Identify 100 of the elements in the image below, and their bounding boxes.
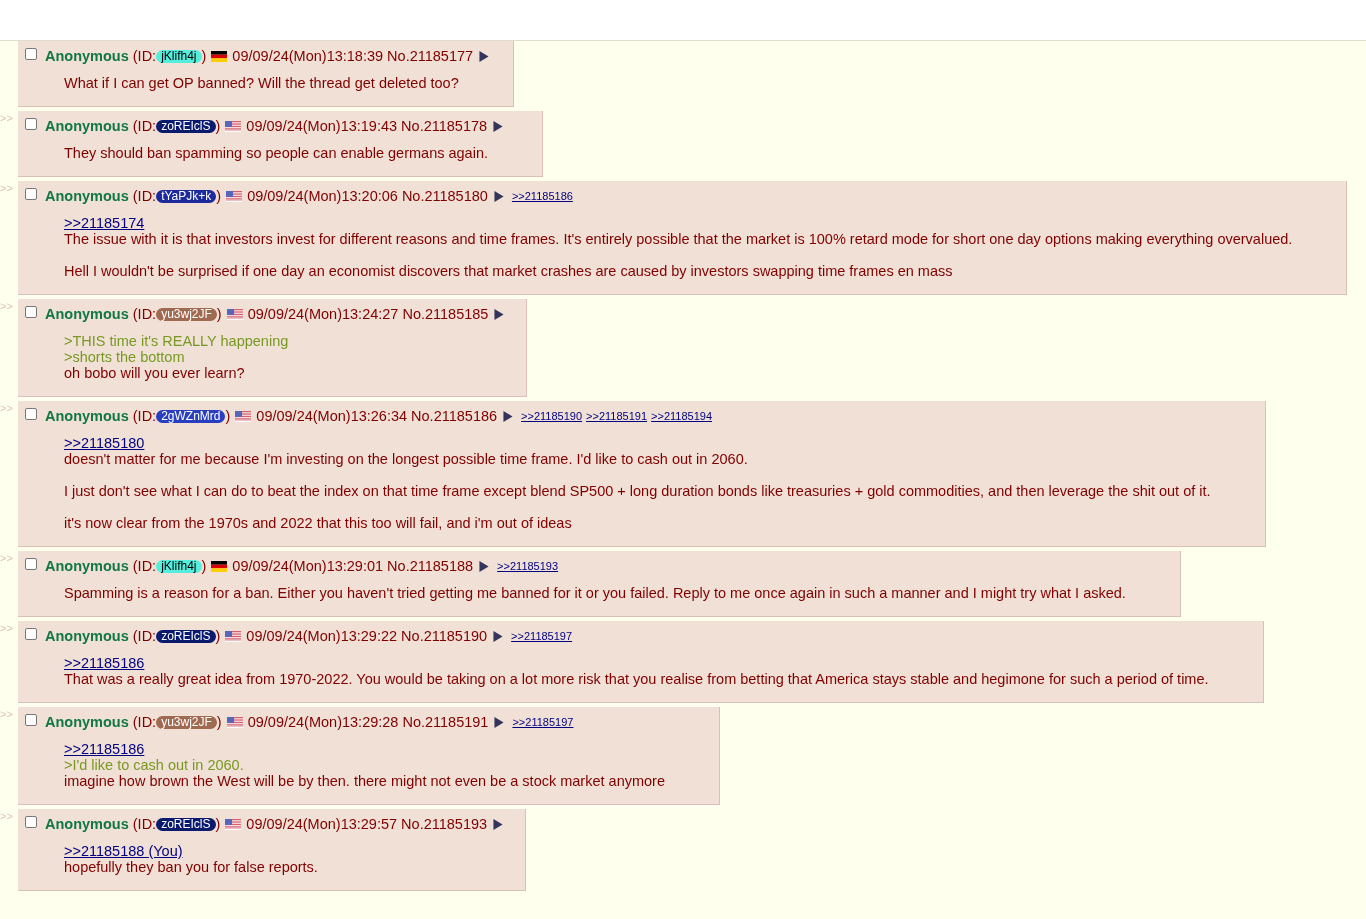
id-label-close: ) — [201, 558, 207, 574]
id-label: (ID: — [132, 48, 157, 64]
poster-id-badge[interactable]: yu3wj2JF — [156, 307, 217, 321]
quote-link[interactable]: >>21185188 (You) — [64, 843, 183, 859]
poster-name: Anonymous — [45, 816, 129, 832]
side-arrows: >> — [0, 707, 14, 721]
side-arrows: >> — [0, 401, 14, 415]
greentext: >THIS time it's REALLY happening — [64, 333, 289, 349]
post-text: Hell I wouldn't be surprised if one day an economist discovers that market crashes are caused by investors swapping time frames en mass — [64, 263, 953, 279]
checkbox[interactable] — [25, 48, 37, 60]
post-number[interactable]: No.21185188 — [387, 558, 474, 574]
post-text: That was a really great idea from 1970-2022. You would be taking on a lot more risk that you realise from betting that America stays stable and hegimone for such a period of time. — [64, 671, 1209, 687]
menu-arrow-icon[interactable] — [493, 818, 504, 830]
post-date: 09/09/24(Mon)13:18:39 — [232, 48, 384, 64]
checkbox[interactable] — [25, 558, 37, 570]
poster-name: Anonymous — [45, 408, 129, 424]
poster-id-badge[interactable]: zoREIclS — [156, 119, 216, 133]
post-date: 09/09/24(Mon)13:26:34 — [256, 408, 408, 424]
checkbox[interactable] — [25, 628, 37, 640]
menu-arrow-icon[interactable] — [479, 50, 490, 62]
poster-id-badge[interactable]: 2gWZnMrd — [156, 409, 226, 423]
quote-link[interactable]: >>21185186 — [64, 741, 145, 757]
poster-name: Anonymous — [45, 628, 129, 644]
post-text: What if I can get OP banned? Will the thread get deleted too? — [64, 75, 459, 91]
reply-link[interactable]: >>21185197 — [512, 716, 574, 728]
post-number[interactable]: No.21185191 — [402, 714, 489, 730]
post-date: 09/09/24(Mon)13:29:57 — [246, 816, 398, 832]
quote-link[interactable]: >>21185174 — [64, 215, 145, 231]
menu-arrow-icon[interactable] — [494, 308, 505, 320]
post-number[interactable]: No.21185177 — [387, 48, 474, 64]
post-date: 09/09/24(Mon)13:29:22 — [246, 628, 398, 644]
post-date: 09/09/24(Mon)13:19:43 — [246, 118, 398, 134]
side-arrows: >> — [0, 299, 14, 313]
post-number[interactable]: No.21185180 — [401, 188, 488, 204]
poster-id-badge[interactable]: tYaPJk+k — [156, 189, 217, 203]
flag-icon — [226, 190, 243, 202]
id-label-close: ) — [215, 816, 221, 832]
flag-icon — [226, 308, 243, 320]
post-number[interactable]: No.21185190 — [401, 628, 488, 644]
post-text: it's now clear from the 1970s and 2022 that this too will fail, and i'm out of ideas — [64, 515, 572, 531]
id-label: (ID: — [132, 714, 157, 730]
menu-arrow-icon[interactable] — [479, 560, 490, 572]
side-arrows: >> — [0, 551, 14, 565]
quote-link[interactable]: >>21185180 — [64, 435, 145, 451]
id-label-close: ) — [201, 48, 207, 64]
flag-icon — [226, 716, 243, 728]
side-arrows: >> — [0, 111, 14, 125]
reply-link[interactable]: >>21185191 — [586, 410, 648, 422]
poster-id-badge[interactable]: zoREIclS — [156, 817, 216, 831]
post-text: I just don't see what I can do to beat the index on that time frame except blend SP500 + long duration bonds like treasuries + gold commodities, and then leverage the shit out of it. — [64, 483, 1211, 499]
menu-arrow-icon[interactable] — [503, 410, 514, 422]
id-label: (ID: — [132, 816, 157, 832]
reply-link[interactable]: >>21185193 — [497, 560, 559, 572]
reply-link[interactable]: >>21185194 — [651, 410, 713, 422]
id-label: (ID: — [132, 188, 157, 204]
poster-name: Anonymous — [45, 714, 129, 730]
id-label-close: ) — [216, 714, 222, 730]
flag-icon — [225, 120, 242, 132]
id-label-close: ) — [215, 628, 221, 644]
post-number[interactable]: No.21185186 — [411, 408, 498, 424]
greentext: >shorts the bottom — [64, 349, 185, 365]
checkbox[interactable] — [25, 118, 37, 130]
flag-icon — [211, 560, 228, 572]
menu-arrow-icon[interactable] — [493, 630, 504, 642]
checkbox[interactable] — [25, 816, 37, 828]
side-arrows: >> — [0, 809, 14, 823]
menu-arrow-icon[interactable] — [493, 120, 504, 132]
post-number[interactable]: No.21185178 — [401, 118, 488, 134]
id-label: (ID: — [132, 306, 157, 322]
post-text: The issue with it is that investors invest for different reasons and time frames. It's entirely possible that the market is 100% retard mode for short one day options making everything overvalued. — [64, 231, 1293, 247]
reply-link[interactable]: >>21185197 — [511, 630, 573, 642]
flag-icon — [225, 818, 242, 830]
poster-id-badge[interactable]: jKlifh4j — [156, 559, 202, 573]
reply-link[interactable]: >>21185190 — [521, 410, 583, 422]
checkbox[interactable] — [25, 714, 37, 726]
quote-link[interactable]: >>21185186 — [64, 655, 145, 671]
poster-id-badge[interactable]: zoREIclS — [156, 629, 216, 643]
poster-name: Anonymous — [45, 558, 129, 574]
checkbox[interactable] — [25, 188, 37, 200]
poster-name: Anonymous — [45, 306, 129, 322]
menu-arrow-icon[interactable] — [494, 716, 505, 728]
post-text: hopefully they ban you for false reports. — [64, 859, 318, 875]
side-arrows: >> — [0, 181, 14, 195]
post-number[interactable]: No.21185185 — [402, 306, 489, 322]
checkbox[interactable] — [25, 408, 37, 420]
poster-id-badge[interactable]: yu3wj2JF — [156, 715, 217, 729]
side-arrows: >> — [0, 621, 14, 635]
poster-id-badge[interactable]: jKlifh4j — [156, 49, 202, 63]
menu-arrow-icon[interactable] — [493, 190, 504, 202]
post-number[interactable]: No.21185193 — [401, 816, 488, 832]
flag-icon — [235, 410, 252, 422]
post-text: imagine how brown the West will be by then. there might not even be a stock market anymore — [64, 773, 665, 789]
post-date: 09/09/24(Mon)13:20:06 — [247, 188, 398, 204]
post-date: 09/09/24(Mon)13:24:27 — [247, 306, 399, 322]
post-date: 09/09/24(Mon)13:29:28 — [247, 714, 399, 730]
checkbox[interactable] — [25, 306, 37, 318]
poster-name: Anonymous — [45, 48, 129, 64]
reply-link[interactable]: >>21185186 — [511, 190, 573, 202]
post-text: Spamming is a reason for a ban. Either you haven't tried getting me banned for it or you failed. Reply to me once again in such a manner and I might try what I asked. — [64, 585, 1126, 601]
id-label-close: ) — [215, 118, 221, 134]
